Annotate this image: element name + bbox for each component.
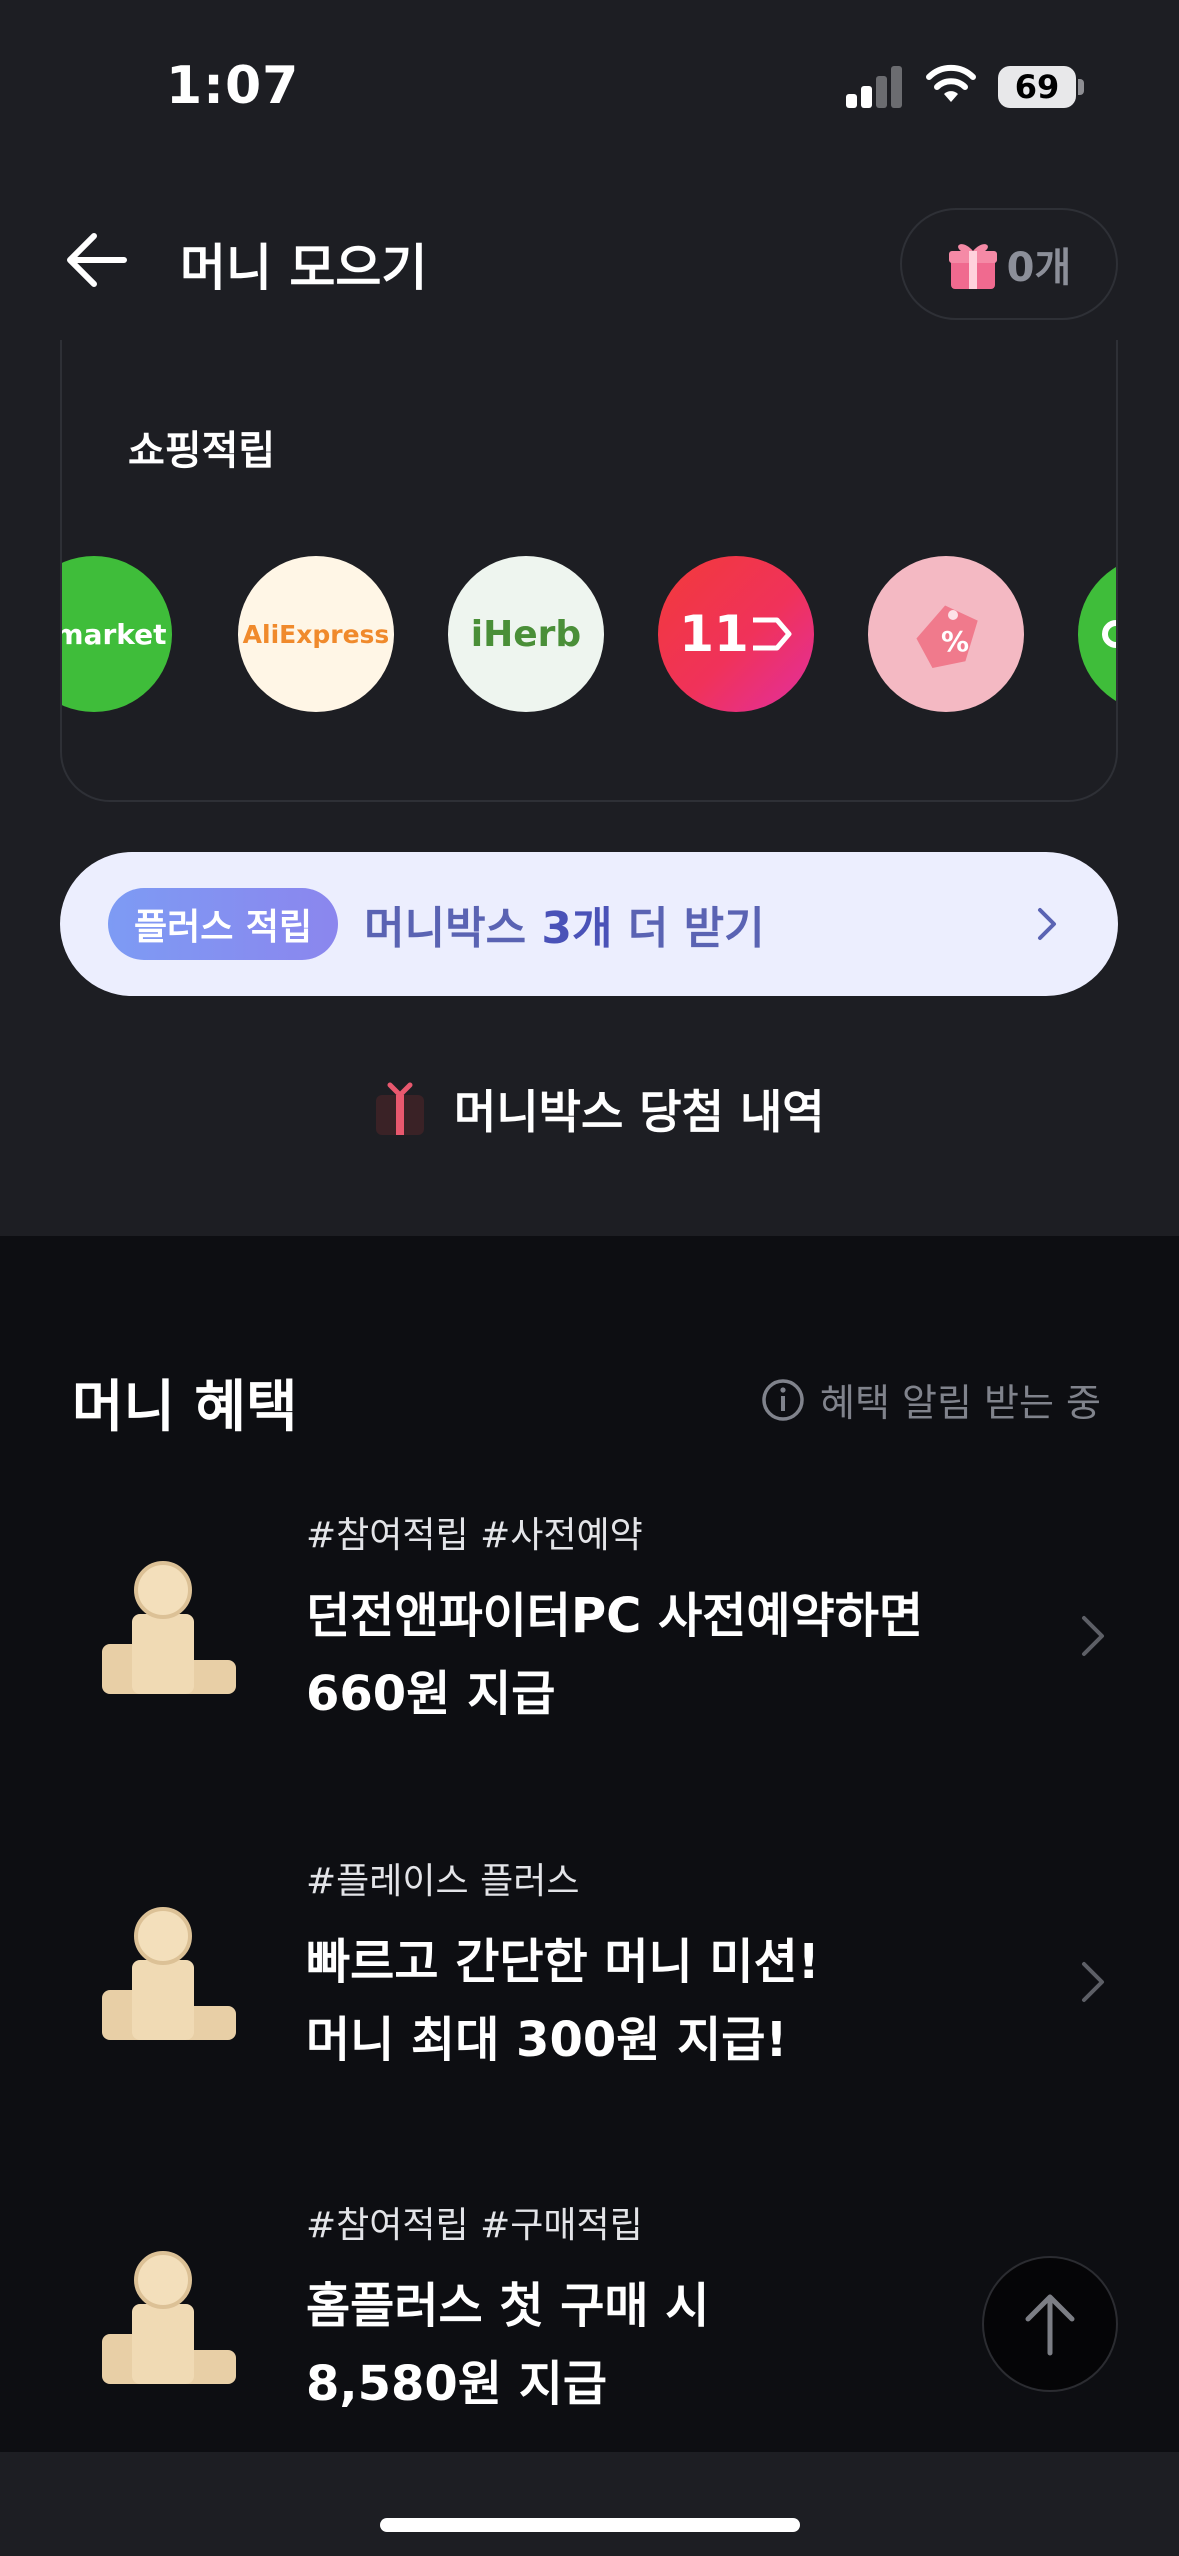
benefit-title-line2: 660원 지급 <box>306 1666 556 1722</box>
plus-banner-text: 머니박스 3개 더 받기 <box>364 892 764 956</box>
coupon-tag-label: % <box>941 625 969 658</box>
chevron-right-icon <box>1082 1962 1104 2002</box>
chevron-right-icon <box>1082 1616 1104 1656</box>
notify-label: 혜택 알림 받는 중 <box>820 1381 1101 1425</box>
cellular-signal-icon <box>846 64 902 108</box>
11st-arrow-icon <box>752 617 792 651</box>
11st-logo[interactable]: 11 <box>658 556 814 712</box>
partial-logo-icon <box>1102 620 1116 648</box>
benefit-notify-toggle[interactable]: 혜택 알림 받는 중 <box>760 1372 1101 1427</box>
scroll-to-top-button[interactable] <box>982 2256 1118 2392</box>
gift-count: 0개 <box>1006 245 1072 291</box>
benefit-title-line1: 던전앤파이터PC 사전예약하면 <box>306 1588 924 1644</box>
shopping-logo-row: Gmarket AliExpress iHerb 11 % <box>62 556 1116 716</box>
status-time: 1:07 <box>166 56 300 116</box>
benefit-tags: #참여적립 #구매적립 <box>306 2205 643 2246</box>
info-icon <box>762 1378 804 1421</box>
iherb-label: iHerb <box>470 613 582 655</box>
aliexpress-logo[interactable]: AliExpress <box>238 556 394 712</box>
gift-icon <box>376 1082 424 1135</box>
history-label: 머니박스 당첨 내역 <box>454 1085 825 1139</box>
benefit-item[interactable]: #플레이스 플러스 빠르고 간단한 머니 미션! 머니 최대 300원 지급! <box>0 1852 1179 2112</box>
coin-stack-icon <box>102 1907 236 2040</box>
price-tag-icon: % <box>916 605 978 669</box>
benefit-title-line2: 8,580원 지급 <box>306 2356 608 2412</box>
arrow-up-icon <box>1025 2294 1075 2356</box>
benefit-tags: #참여적립 #사전예약 <box>306 1515 643 1556</box>
benefit-item[interactable]: #참여적립 #사전예약 던전앤파이터PC 사전예약하면 660원 지급 <box>0 1506 1179 1766</box>
gmarket-label: Gmarket <box>62 617 167 651</box>
benefit-title-line2: 머니 최대 300원 지급! <box>306 2012 788 2068</box>
coin-stack-icon <box>102 2251 236 2384</box>
gift-box-icon <box>948 244 997 289</box>
coupon-tag-logo[interactable]: % <box>868 556 1024 712</box>
benefits-title: 머니 혜택 <box>72 1375 298 1440</box>
plus-text-before: 머니박스 <box>364 903 542 954</box>
aliexpress-label: AliExpress <box>242 619 390 649</box>
11st-label: 11 <box>679 605 749 663</box>
plus-text-highlight: 3개 <box>541 903 613 954</box>
plus-money-box-banner[interactable]: 플러스 적립 머니박스 3개 더 받기 <box>60 852 1118 996</box>
bottom-safe-area <box>0 2452 1179 2556</box>
benefit-title-line1: 빠르고 간단한 머니 미션! <box>306 1934 820 1990</box>
shopping-title: 쇼핑적립 <box>128 428 276 474</box>
page-title: 머니 모으기 <box>180 239 428 297</box>
battery-tip <box>1078 79 1084 95</box>
wifi-icon <box>926 64 976 102</box>
back-arrow-icon[interactable] <box>62 228 132 292</box>
gmarket-logo[interactable]: Gmarket <box>62 556 172 712</box>
benefit-tags: #플레이스 플러스 <box>306 1861 580 1902</box>
gift-count-button[interactable]: 0개 <box>900 208 1118 320</box>
partial-green-logo[interactable] <box>1078 556 1116 712</box>
coin-stack-icon <box>102 1561 236 1694</box>
plus-badge: 플러스 적립 <box>108 888 339 960</box>
iherb-logo[interactable]: iHerb <box>448 556 604 712</box>
plus-text-after: 더 받기 <box>612 903 765 954</box>
chevron-right-icon <box>1038 908 1056 940</box>
benefit-title-line1: 홈플러스 첫 구매 시 <box>306 2278 710 2334</box>
home-indicator <box>380 2518 800 2532</box>
money-box-history-link[interactable]: 머니박스 당첨 내역 <box>372 1076 825 1142</box>
battery-indicator: 69 <box>998 66 1076 108</box>
